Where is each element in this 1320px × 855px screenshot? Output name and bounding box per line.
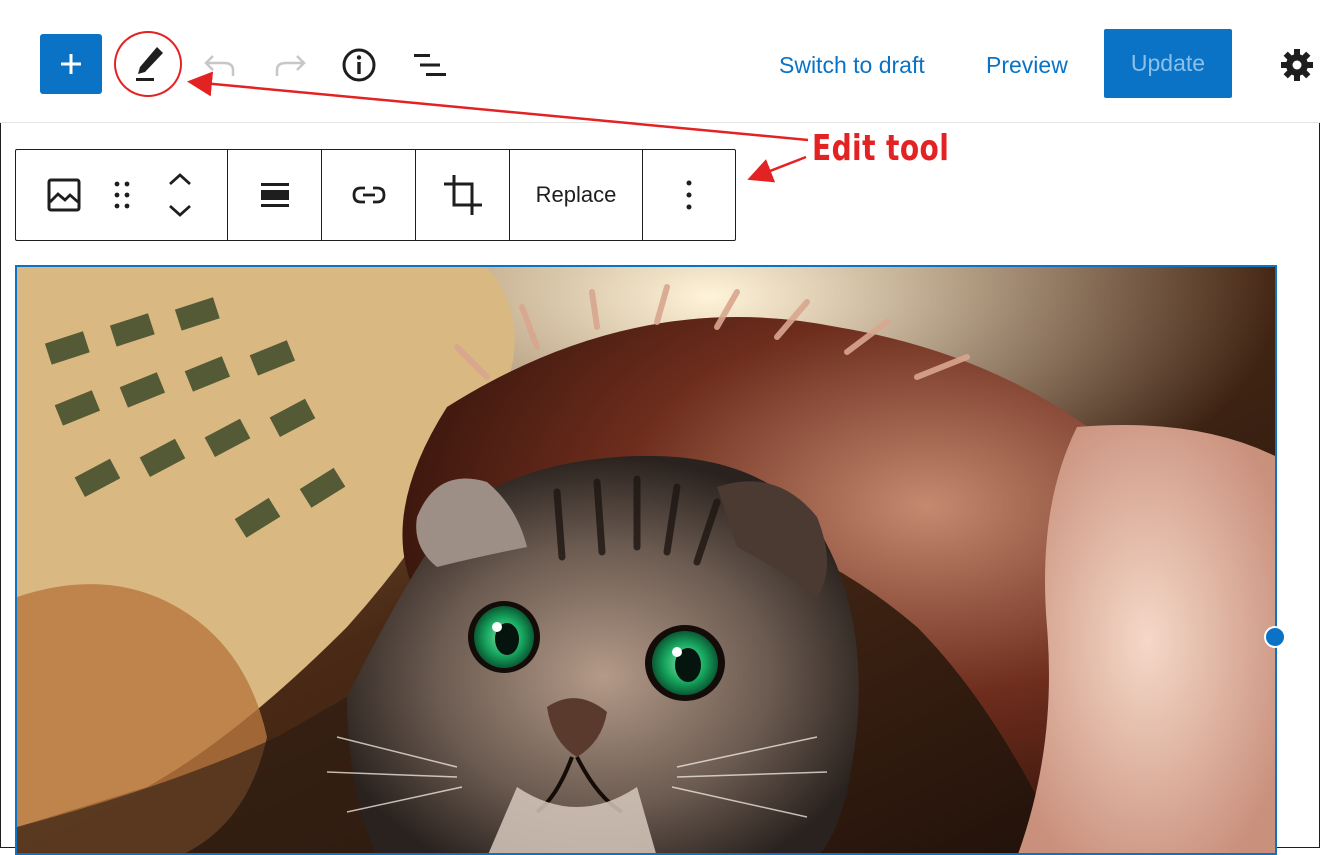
image-block[interactable]: [15, 265, 1277, 855]
cat-photo: [17, 267, 1275, 853]
edit-tool-annotation: Edit tool: [812, 128, 950, 169]
resize-handle[interactable]: [1264, 626, 1286, 648]
